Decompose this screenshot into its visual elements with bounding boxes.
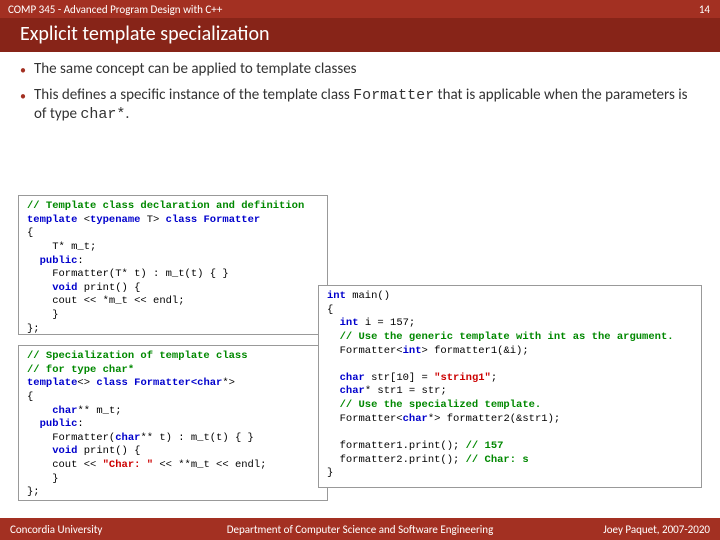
slide-title: Explicit template specialization bbox=[0, 18, 720, 52]
body-content: • The same concept can be applied to tem… bbox=[0, 52, 720, 125]
footer-right: Joey Paquet, 2007-2020 bbox=[603, 523, 710, 536]
code-specialization: // Specialization of template class // f… bbox=[18, 345, 328, 501]
code-main: int main() { int i = 157; // Use the gen… bbox=[318, 285, 702, 488]
bullet-text: This defines a specific instance of the … bbox=[34, 86, 700, 125]
bullet-1: • The same concept can be applied to tem… bbox=[20, 60, 700, 80]
bullet-dot: • bbox=[20, 60, 26, 80]
header-bar: COMP 345 - Advanced Program Design with … bbox=[0, 0, 720, 18]
footer-bar: Concordia University Department of Compu… bbox=[0, 518, 720, 540]
code-area: // Template class declaration and defini… bbox=[18, 195, 702, 505]
bullet-2: • This defines a specific instance of th… bbox=[20, 86, 700, 125]
bullet-dot: • bbox=[20, 86, 26, 125]
course-label: COMP 345 - Advanced Program Design with … bbox=[8, 3, 222, 16]
bullet-text: The same concept can be applied to templ… bbox=[34, 60, 357, 80]
code-template-class: // Template class declaration and defini… bbox=[18, 195, 328, 335]
slide-number: 14 bbox=[699, 3, 710, 16]
